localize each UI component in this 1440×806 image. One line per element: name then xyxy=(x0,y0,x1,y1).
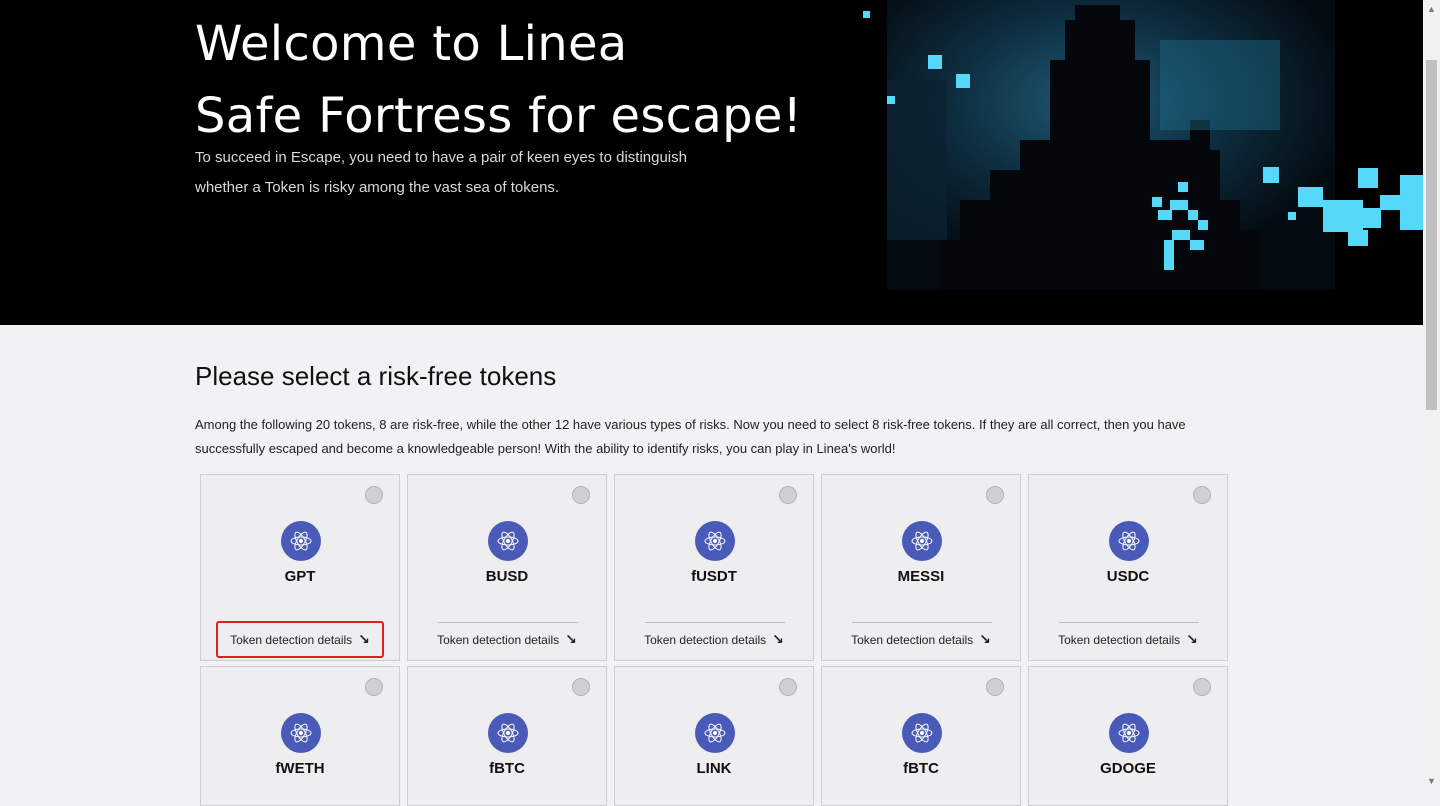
hero-description-line2: whether a Token is risky among the vast … xyxy=(195,179,560,196)
token-detection-details-link[interactable]: Token detection details ↘ xyxy=(1029,631,1227,648)
hero-description: To succeed in Escape, you need to have a… xyxy=(195,143,715,203)
token-name: BUSD xyxy=(485,568,529,585)
atom-icon xyxy=(695,713,735,753)
card-divider xyxy=(438,622,578,623)
token-card[interactable]: GDOGE xyxy=(1028,666,1228,806)
details-label: Token detection details xyxy=(644,633,767,647)
arrow-down-right-icon: ↘ xyxy=(565,631,577,647)
atom-icon xyxy=(1109,521,1149,561)
token-select-radio[interactable] xyxy=(1193,678,1211,696)
hero-title: Welcome to Linea Safe Fortress for escap… xyxy=(195,8,802,152)
token-card[interactable]: LINK xyxy=(614,666,814,806)
token-detection-details-link[interactable]: Token detection details ↘ xyxy=(615,631,813,648)
token-name: fBTC xyxy=(489,760,525,777)
section-description: Among the following 20 tokens, 8 are ris… xyxy=(195,413,1195,461)
hero-description-line1: To succeed in Escape, you need to have a… xyxy=(195,149,687,166)
token-select-radio[interactable] xyxy=(779,678,797,696)
token-card[interactable]: fBTC xyxy=(821,666,1021,806)
atom-icon xyxy=(281,521,321,561)
token-name: GDOGE xyxy=(1100,760,1156,777)
card-divider xyxy=(852,622,992,623)
token-select-radio[interactable] xyxy=(779,486,797,504)
token-select-radio[interactable] xyxy=(572,486,590,504)
token-card[interactable]: BUSD Token detection details ↘ xyxy=(407,474,607,661)
atom-icon xyxy=(902,521,942,561)
token-select-radio[interactable] xyxy=(986,678,1004,696)
highlight-annotation xyxy=(216,621,384,658)
section-description-line2: successfully escaped and become a knowle… xyxy=(195,441,896,456)
token-name: fWETH xyxy=(275,760,325,777)
token-name: fUSDT xyxy=(691,568,737,585)
atom-icon xyxy=(281,713,321,753)
token-card[interactable]: USDC Token detection details ↘ xyxy=(1028,474,1228,661)
token-name: LINK xyxy=(696,760,732,777)
token-select-radio[interactable] xyxy=(365,486,383,504)
token-select-radio[interactable] xyxy=(986,486,1004,504)
arrow-down-right-icon: ↘ xyxy=(979,631,991,647)
details-label: Token detection details xyxy=(851,633,974,647)
fortress-illustration xyxy=(863,0,1423,290)
token-select-radio[interactable] xyxy=(365,678,383,696)
atom-icon xyxy=(1109,713,1149,753)
token-name: GPT xyxy=(284,568,316,585)
token-detection-details-link[interactable]: Token detection details ↘ xyxy=(408,631,606,648)
card-divider xyxy=(645,622,785,623)
card-divider xyxy=(1059,622,1199,623)
arrow-down-right-icon: ↘ xyxy=(772,631,784,647)
atom-icon xyxy=(695,521,735,561)
hero-title-line1: Welcome to Linea xyxy=(195,16,628,72)
token-card[interactable]: fBTC xyxy=(407,666,607,806)
token-select-radio[interactable] xyxy=(572,678,590,696)
token-name: MESSI xyxy=(897,568,945,585)
scroll-down-icon[interactable]: ▼ xyxy=(1423,772,1440,789)
arrow-down-right-icon: ↘ xyxy=(1186,631,1198,647)
token-card[interactable]: fUSDT Token detection details ↘ xyxy=(614,474,814,661)
atom-icon xyxy=(488,713,528,753)
token-detection-details-link[interactable]: Token detection details ↘ xyxy=(822,631,1020,648)
details-label: Token detection details xyxy=(1058,633,1181,647)
hero-title-line2: Safe Fortress for escape! xyxy=(195,88,803,144)
token-name: fBTC xyxy=(903,760,939,777)
token-card[interactable]: MESSI Token detection details ↘ xyxy=(821,474,1021,661)
token-card[interactable]: fWETH xyxy=(200,666,400,806)
token-select-radio[interactable] xyxy=(1193,486,1211,504)
details-label: Token detection details xyxy=(437,633,560,647)
scrollbar[interactable]: ▲ ▼ xyxy=(1423,0,1440,789)
hero-banner: Welcome to Linea Safe Fortress for escap… xyxy=(0,0,1423,325)
section-title: Please select a risk-free tokens xyxy=(195,361,557,391)
token-name: USDC xyxy=(1106,568,1150,585)
section-description-line1: Among the following 20 tokens, 8 are ris… xyxy=(195,417,1186,432)
atom-icon xyxy=(902,713,942,753)
scroll-thumb[interactable] xyxy=(1426,60,1437,410)
atom-icon xyxy=(488,521,528,561)
scroll-up-icon[interactable]: ▲ xyxy=(1423,0,1440,17)
